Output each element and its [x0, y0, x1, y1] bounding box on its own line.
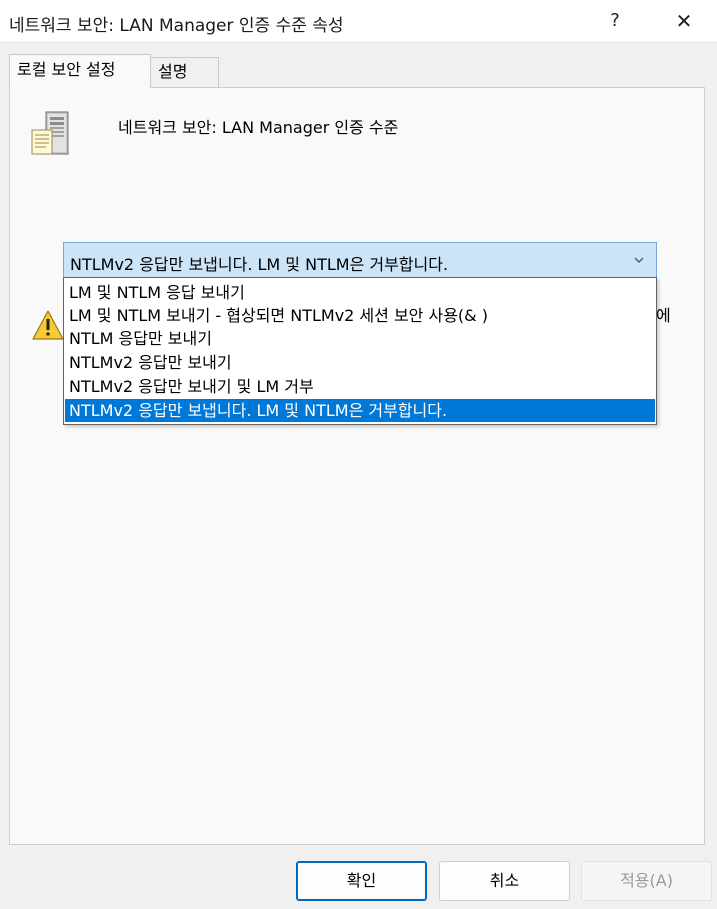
dropdown-option-ntlmv2-only[interactable]: NTLMv2 응답만 보내기 [65, 351, 655, 374]
dropdown-option-ntlmv2-refuse-lm-ntlm[interactable]: NTLMv2 응답만 보냅니다. LM 및 NTLM은 거부합니다. [65, 399, 655, 422]
tab-explain[interactable]: 설명 [150, 57, 219, 88]
policy-title: 네트워크 보안: LAN Manager 인증 수준 [118, 118, 399, 137]
server-icon [26, 108, 78, 160]
select-value: NTLMv2 응답만 보냅니다. LM 및 NTLM은 거부합니다. [70, 255, 449, 274]
ok-button[interactable]: 확인 [296, 861, 427, 901]
help-button[interactable]: ? [596, 5, 634, 37]
dropdown-option-ntlmv2-refuse-lm[interactable]: NTLMv2 응답만 보내기 및 LM 거부 [65, 375, 655, 398]
tab-local-security-setting[interactable]: 로컬 보안 설정 [9, 54, 151, 88]
close-button[interactable]: ✕ [662, 5, 706, 37]
dropdown-option-lm-ntlm-ntlmv2-session[interactable]: LM 및 NTLM 보내기 - 협상되면 NTLMv2 세션 보안 사용(& ) [65, 304, 655, 327]
title-bar: 네트워크 보안: LAN Manager 인증 수준 속성 ? ✕ [0, 0, 717, 43]
warning-text-tail: 에 [656, 306, 671, 325]
window-title: 네트워크 보안: LAN Manager 인증 수준 속성 [9, 16, 344, 36]
auth-level-select[interactable]: NTLMv2 응답만 보냅니다. LM 및 NTLM은 거부합니다. [63, 242, 657, 278]
dropdown-option-lm-ntlm[interactable]: LM 및 NTLM 응답 보내기 [65, 281, 655, 304]
apply-button[interactable]: 적용(A) [581, 861, 712, 901]
tab-panel [9, 87, 705, 845]
auth-level-dropdown-list: LM 및 NTLM 응답 보내기 LM 및 NTLM 보내기 - 협상되면 NT… [63, 277, 657, 425]
warning-icon [31, 309, 65, 341]
dropdown-option-ntlm-only[interactable]: NTLM 응답만 보내기 [65, 327, 655, 350]
cancel-button[interactable]: 취소 [439, 861, 570, 901]
chevron-down-icon [632, 252, 646, 266]
